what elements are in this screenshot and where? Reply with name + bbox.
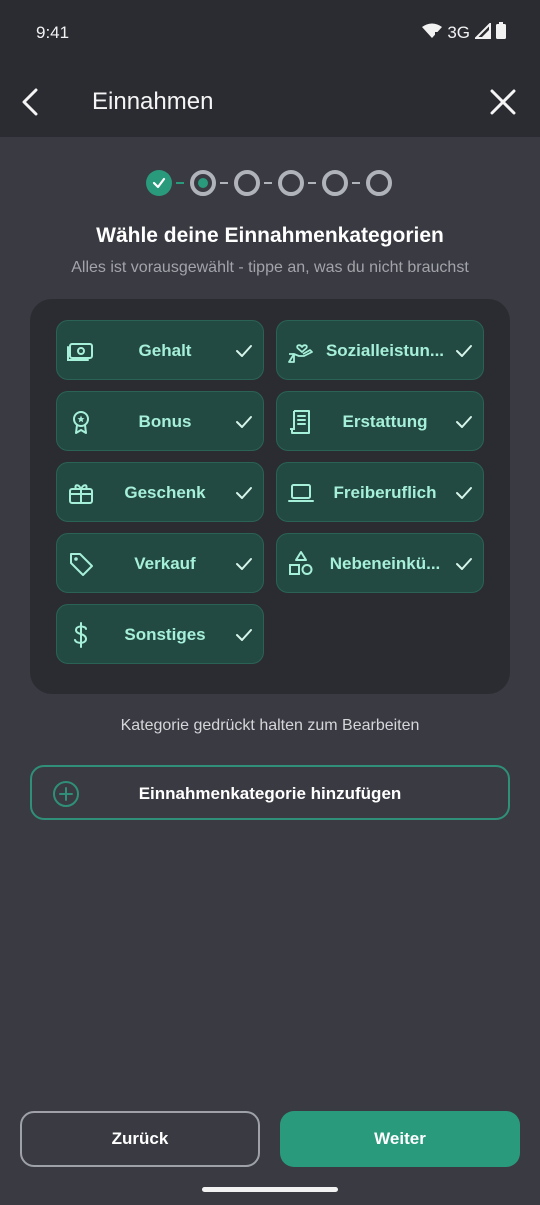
category-label: Bonus xyxy=(138,412,192,431)
page-title: Einnahmen xyxy=(92,88,214,115)
category-chip[interactable]: Freiberuflich xyxy=(276,462,484,522)
category-chip[interactable]: Nebeneinkü... xyxy=(276,533,484,593)
progress-stepper xyxy=(0,168,540,198)
category-chip[interactable]: Erstattung xyxy=(276,391,484,451)
status-bar: 9:41 3G xyxy=(0,0,540,66)
step-connector xyxy=(264,182,272,184)
laptop-icon xyxy=(288,484,314,502)
receipt-icon xyxy=(290,410,310,434)
edit-hint: Kategorie gedrückt halten zum Bearbeiten xyxy=(120,717,420,734)
category-chip[interactable]: Sozialleistun... xyxy=(276,320,484,380)
award-icon xyxy=(73,411,89,434)
home-indicator[interactable] xyxy=(202,1187,338,1192)
app-bar: Einnahmen xyxy=(0,66,540,137)
step-upcoming xyxy=(366,170,392,196)
dollar-icon xyxy=(74,622,88,648)
add-category-button[interactable]: Einnahmenkategorie hinzufügen xyxy=(30,765,510,820)
check-icon xyxy=(236,487,252,499)
network-type: 3G xyxy=(447,23,470,42)
check-icon xyxy=(236,345,252,357)
check-icon xyxy=(456,345,472,357)
gift-icon xyxy=(69,484,93,504)
signal-icon xyxy=(473,21,491,44)
step-connector xyxy=(176,182,184,184)
check-icon xyxy=(236,629,252,641)
category-label: Sozialleistun... xyxy=(325,341,445,360)
category-label: Geschenk xyxy=(124,483,206,502)
shapes-icon xyxy=(289,551,313,575)
step-connector xyxy=(308,182,316,184)
step-upcoming xyxy=(234,170,260,196)
back-button[interactable]: Zurück xyxy=(20,1111,260,1167)
status-icons: 3G xyxy=(422,21,506,44)
back-arrow-button[interactable] xyxy=(14,84,46,120)
section-subheading: Alles ist vorausgewählt - tippe an, was … xyxy=(71,259,469,276)
category-chip[interactable]: Sonstiges xyxy=(56,604,264,664)
step-upcoming xyxy=(278,170,304,196)
step-current xyxy=(190,170,216,196)
category-label: Sonstiges xyxy=(124,625,206,644)
step-completed xyxy=(146,170,172,196)
category-label: Freiberuflich xyxy=(333,483,437,502)
close-button[interactable] xyxy=(486,84,520,120)
category-label: Nebeneinkü... xyxy=(329,554,441,573)
step-upcoming xyxy=(322,170,348,196)
category-chip[interactable]: Bonus xyxy=(56,391,264,451)
check-icon xyxy=(152,177,166,189)
battery-icon xyxy=(496,22,506,44)
section-heading: Wähle deine Einnahmenkategorien xyxy=(96,224,444,247)
banknote-icon xyxy=(67,343,93,361)
check-icon xyxy=(236,558,252,570)
tag-icon xyxy=(70,553,93,576)
status-time: 9:41 xyxy=(36,23,70,42)
close-icon xyxy=(490,89,516,115)
category-label: Gehalt xyxy=(138,341,192,360)
chevron-left-icon xyxy=(22,88,38,116)
step-connector xyxy=(220,182,228,184)
category-chip[interactable]: Geschenk xyxy=(56,462,264,522)
hand-heart-icon xyxy=(288,344,313,363)
add-category-label: Einnahmenkategorie hinzufügen xyxy=(138,784,402,803)
next-button[interactable]: Weiter xyxy=(280,1111,520,1167)
check-icon xyxy=(456,558,472,570)
category-label: Verkauf xyxy=(134,554,196,573)
step-connector xyxy=(352,182,360,184)
category-chip[interactable]: Gehalt xyxy=(56,320,264,380)
category-label: Erstattung xyxy=(342,412,428,431)
category-panel: Gehalt Sozialleistun... Bonus Erstattung Ges… xyxy=(30,299,510,694)
category-chip[interactable]: Verkauf xyxy=(56,533,264,593)
check-icon xyxy=(456,416,472,428)
wifi-icon xyxy=(422,23,443,44)
check-icon xyxy=(456,487,472,499)
check-icon xyxy=(236,416,252,428)
